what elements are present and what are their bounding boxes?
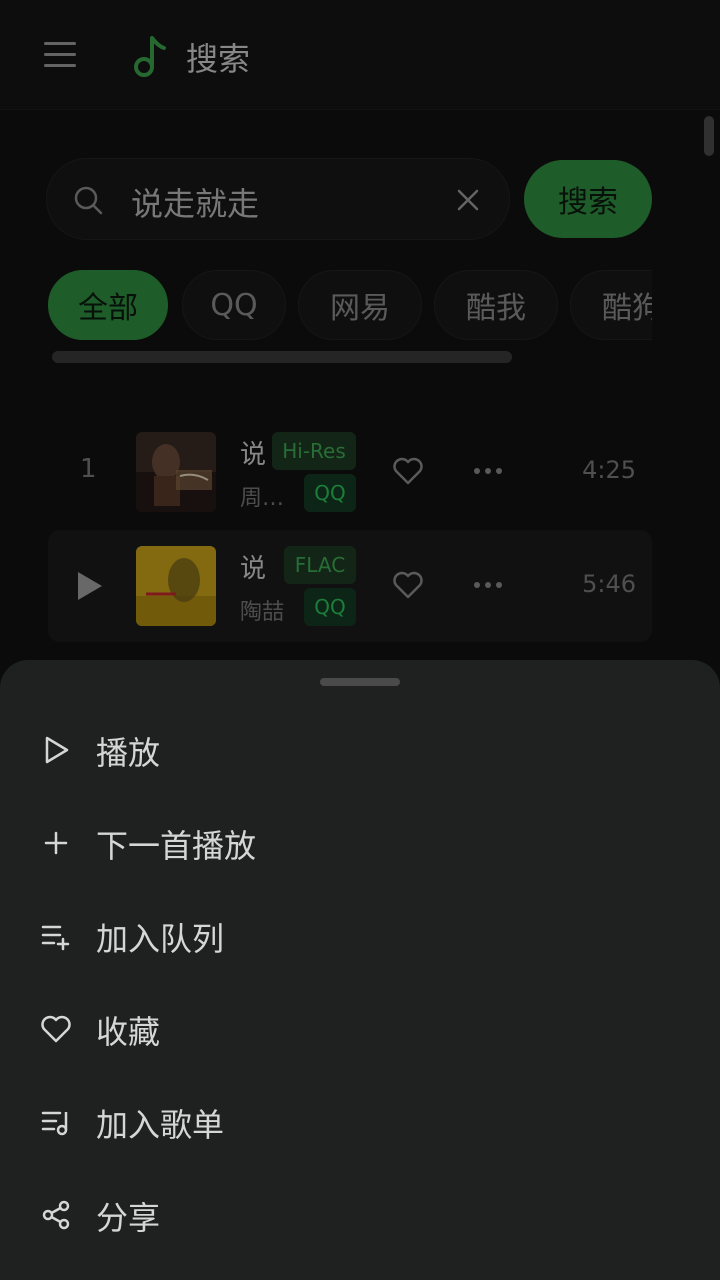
share-icon: [42, 1200, 70, 1230]
sheet-item-play[interactable]: 播放: [0, 704, 720, 794]
sheet-item-label: 收藏: [96, 1013, 161, 1051]
sheet-item-label: 加入歌单: [96, 1106, 225, 1144]
song-actions-sheet: 播放 下一首播放 加入队列 收藏 加入歌单 分享: [0, 660, 720, 1280]
heart-icon: [41, 1015, 71, 1043]
queue-add-icon: [41, 925, 70, 951]
plus-icon: [44, 831, 68, 855]
sheet-item-label: 分享: [96, 1199, 161, 1237]
sheet-item-add-to-playlist[interactable]: 加入歌单: [0, 1076, 720, 1166]
play-outline-icon: [45, 736, 69, 764]
sheet-item-label: 下一首播放: [96, 827, 257, 865]
sheet-item-share[interactable]: 分享: [0, 1169, 720, 1259]
playlist-add-icon: [41, 1111, 68, 1136]
sheet-item-label: 播放: [96, 734, 161, 772]
sheet-item-label: 加入队列: [96, 920, 225, 958]
sheet-item-favorite[interactable]: 收藏: [0, 983, 720, 1073]
sheet-item-add-to-queue[interactable]: 加入队列: [0, 890, 720, 980]
sheet-drag-handle[interactable]: [320, 678, 400, 686]
sheet-item-play-next[interactable]: 下一首播放: [0, 797, 720, 887]
